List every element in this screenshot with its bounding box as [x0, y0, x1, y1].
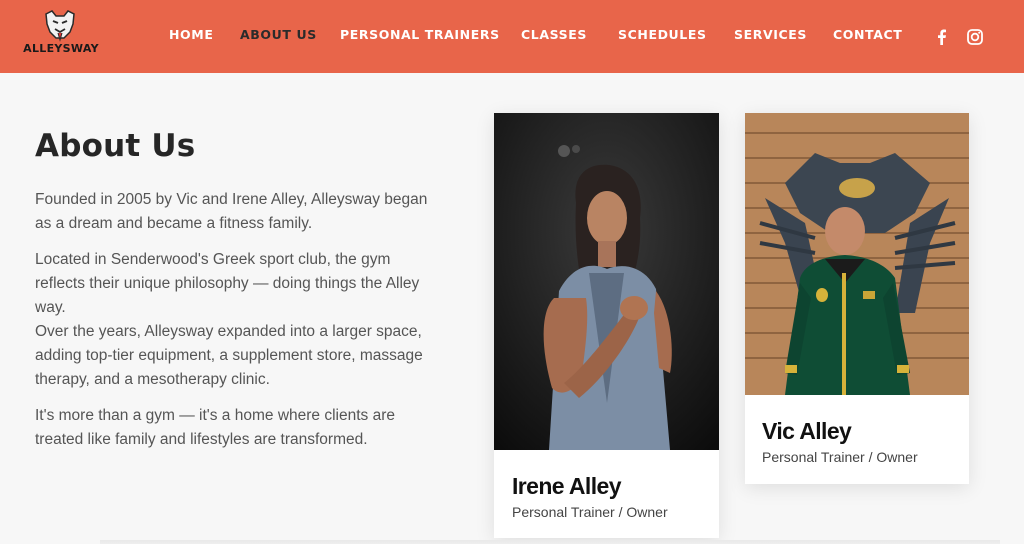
- nav-classes[interactable]: CLASSES: [521, 27, 587, 42]
- about-text: Founded in 2005 by Vic and Irene Alley, …: [35, 188, 435, 464]
- vic-photo: [745, 113, 969, 395]
- nav-personal-trainers[interactable]: PERSONAL TRAINERS: [340, 27, 500, 42]
- trainer-role: Personal Trainer / Owner: [762, 449, 918, 465]
- facebook-icon[interactable]: [933, 28, 951, 46]
- nav-home[interactable]: HOME: [169, 27, 213, 42]
- about-paragraph: Founded in 2005 by Vic and Irene Alley, …: [35, 191, 428, 232]
- trainer-role: Personal Trainer / Owner: [512, 504, 668, 520]
- brand-name: ALLEYSWAY: [23, 42, 99, 55]
- trainer-name: Vic Alley: [762, 418, 852, 444]
- about-paragraph: Located in Senderwood's Greek sport club…: [35, 251, 420, 316]
- nav-services[interactable]: SERVICES: [734, 27, 807, 42]
- nav-about-us[interactable]: ABOUT US: [240, 27, 317, 42]
- section-divider: [100, 540, 1000, 544]
- nav-schedules[interactable]: SCHEDULES: [618, 27, 707, 42]
- trainer-card-vic[interactable]: Vic Alley Personal Trainer / Owner: [745, 113, 969, 484]
- about-paragraph: Over the years, Alleysway expanded into …: [35, 323, 423, 388]
- irene-photo: [494, 113, 719, 450]
- brand-logo[interactable]: ALLEYSWAY: [18, 10, 104, 60]
- about-paragraph: It's more than a gym — it's a home where…: [35, 407, 395, 448]
- instagram-icon[interactable]: [966, 28, 984, 46]
- nav-contact[interactable]: CONTACT: [833, 27, 902, 42]
- trainer-name: Irene Alley: [512, 473, 621, 499]
- trainer-card-irene[interactable]: Irene Alley Personal Trainer / Owner: [494, 113, 719, 538]
- page-title: About Us: [35, 128, 196, 164]
- site-header: ALLEYSWAY HOME ABOUT US PERSONAL TRAINER…: [0, 0, 1024, 73]
- panther-logo-icon: [45, 10, 75, 42]
